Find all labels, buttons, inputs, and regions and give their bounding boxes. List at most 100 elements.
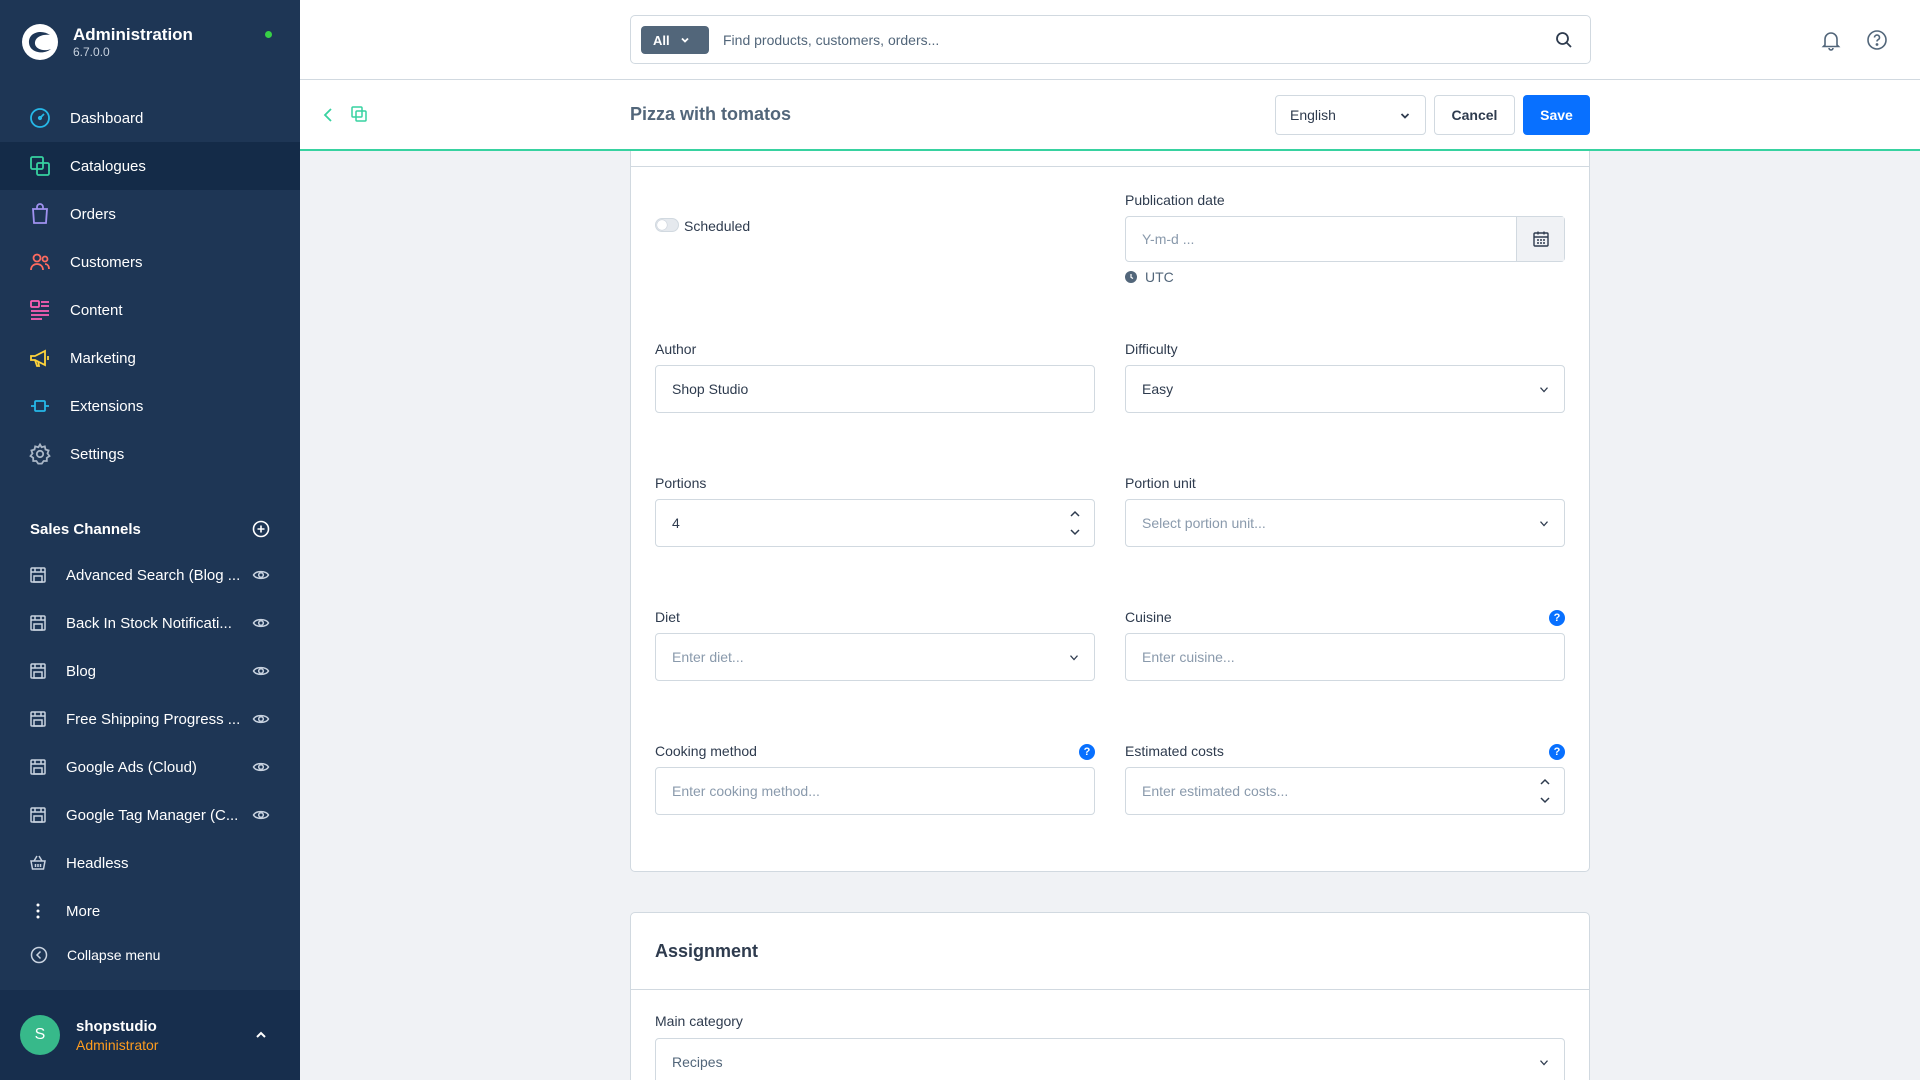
nav-item-customers[interactable]: Customers — [0, 238, 300, 286]
eye-icon[interactable] — [252, 566, 270, 584]
eye-icon[interactable] — [252, 614, 270, 632]
bell-icon[interactable] — [1820, 29, 1842, 51]
sales-channel-item[interactable]: Google Tag Manager (C... — [0, 791, 300, 839]
more-vertical-icon — [36, 903, 40, 919]
number-stepper-icon[interactable] — [1538, 775, 1552, 807]
back-arrow-icon[interactable] — [320, 106, 336, 124]
catalogues-icon — [30, 156, 50, 176]
cancel-button[interactable]: Cancel — [1434, 95, 1515, 135]
sales-channel-item[interactable]: Back In Stock Notificati... — [0, 599, 300, 647]
author-input[interactable]: Shop Studio — [655, 365, 1095, 413]
eye-icon[interactable] — [252, 806, 270, 824]
cooking-method-label: Cooking method — [655, 743, 757, 759]
user-panel[interactable]: S shopstudio Administrator — [0, 990, 300, 1080]
sales-channel-item[interactable]: Google Ads (Cloud) — [0, 743, 300, 791]
status-dot — [265, 31, 272, 38]
nav-label: Catalogues — [70, 157, 146, 175]
publication-date-field[interactable]: Y-m-d ... — [1125, 216, 1565, 262]
cuisine-label: Cuisine — [1125, 609, 1172, 625]
cooking-method-help-icon[interactable]: ? — [1079, 744, 1095, 760]
storefront-icon — [30, 615, 46, 631]
storefront-icon — [30, 567, 46, 583]
chevron-down-icon — [680, 37, 689, 43]
diet-placeholder: Enter diet... — [672, 649, 744, 665]
recipe-details-card: Scheduled Publication date Y-m-d ... UTC… — [630, 151, 1590, 872]
nav-label: Content — [70, 301, 123, 319]
extensions-icon — [31, 400, 49, 412]
duplicate-icon[interactable] — [350, 105, 368, 123]
more-label: More — [66, 902, 101, 920]
search-scope-select[interactable]: All — [641, 26, 709, 54]
brand[interactable]: Administration 6.7.0.0 — [20, 22, 193, 62]
marketing-icon — [30, 349, 49, 367]
chevron-down-icon — [1540, 387, 1548, 393]
chevron-down-icon — [1400, 113, 1410, 119]
page-title: Pizza with tomatos — [630, 104, 792, 124]
sales-channel-label: Blog — [66, 662, 97, 680]
search-input[interactable] — [723, 28, 1503, 52]
cuisine-help-icon[interactable]: ? — [1549, 610, 1565, 626]
app-version: 6.7.0.0 — [73, 45, 110, 59]
eye-icon[interactable] — [252, 662, 270, 680]
portions-input[interactable]: 4 — [655, 499, 1095, 547]
sidebar: Administration 6.7.0.0 Dashboard Catalog… — [0, 0, 300, 1080]
nav-label: Extensions — [70, 397, 144, 415]
nav-item-catalogues[interactable]: Catalogues — [0, 142, 300, 190]
sales-channel-label: Advanced Search (Blog ... — [66, 566, 241, 584]
scheduled-toggle[interactable] — [655, 218, 679, 232]
sales-channel-label: Back In Stock Notificati... — [66, 614, 232, 632]
timezone-hint: UTC — [1125, 269, 1174, 285]
main-nav: Dashboard Catalogues Orders Customers Co… — [0, 94, 300, 478]
nav-item-settings[interactable]: Settings — [0, 430, 300, 478]
storefront-icon — [30, 711, 46, 727]
orders-icon — [32, 203, 48, 224]
portion-unit-placeholder: Select portion unit... — [1142, 515, 1266, 531]
cuisine-input[interactable]: Enter cuisine... — [1125, 633, 1565, 681]
card-divider — [631, 989, 1589, 990]
assignment-card: Assignment Main category Recipes — [630, 912, 1590, 1080]
nav-item-dashboard[interactable]: Dashboard — [0, 94, 300, 142]
cooking-method-placeholder: Enter cooking method... — [672, 783, 820, 799]
sales-channel-item[interactable]: Blog — [0, 647, 300, 695]
sales-channel-label: Headless — [66, 854, 129, 872]
chevron-up-icon[interactable] — [252, 1026, 270, 1044]
publication-date-placeholder: Y-m-d ... — [1142, 231, 1195, 247]
portion-unit-select[interactable]: Select portion unit... — [1125, 499, 1565, 547]
sales-channel-list: Advanced Search (Blog ... Back In Stock … — [0, 551, 300, 935]
language-select[interactable]: English — [1275, 95, 1426, 135]
estimated-costs-input[interactable]: Enter estimated costs... — [1125, 767, 1565, 815]
difficulty-select[interactable]: Easy — [1125, 365, 1565, 413]
main-category-select[interactable]: Recipes — [655, 1038, 1565, 1080]
nav-item-content[interactable]: Content — [0, 286, 300, 334]
publication-date-label: Publication date — [1125, 192, 1225, 208]
smart-bar: Pizza with tomatos English Cancel Save — [300, 80, 1920, 151]
user-name: shopstudio — [76, 1017, 157, 1035]
number-stepper-icon[interactable] — [1068, 507, 1082, 539]
eye-icon[interactable] — [252, 758, 270, 776]
calendar-button[interactable] — [1516, 217, 1564, 261]
nav-item-orders[interactable]: Orders — [0, 190, 300, 238]
nav-item-extensions[interactable]: Extensions — [0, 382, 300, 430]
estimated-costs-help-icon[interactable]: ? — [1549, 744, 1565, 760]
diet-select[interactable]: Enter diet... — [655, 633, 1095, 681]
help-icon[interactable] — [1866, 29, 1888, 51]
nav-item-marketing[interactable]: Marketing — [0, 334, 300, 382]
search-icon[interactable] — [1555, 31, 1573, 49]
eye-icon[interactable] — [252, 710, 270, 728]
diet-label: Diet — [655, 609, 680, 625]
author-value: Shop Studio — [672, 381, 749, 397]
sales-channel-item[interactable]: Free Shipping Progress ... — [0, 695, 300, 743]
sales-channel-item[interactable]: Headless — [0, 839, 300, 887]
language-value: English — [1290, 107, 1336, 123]
save-button[interactable]: Save — [1523, 95, 1590, 135]
cooking-method-input[interactable]: Enter cooking method... — [655, 767, 1095, 815]
difficulty-value: Easy — [1142, 381, 1174, 397]
sales-channel-item[interactable]: Advanced Search (Blog ... — [0, 551, 300, 599]
sales-channel-more[interactable]: More — [0, 887, 300, 935]
collapse-menu-button[interactable]: Collapse menu — [30, 946, 160, 964]
nav-label: Orders — [70, 205, 116, 223]
add-sales-channel-icon[interactable] — [252, 520, 270, 538]
assignment-title: Assignment — [655, 941, 759, 961]
settings-icon — [29, 442, 51, 465]
difficulty-label: Difficulty — [1125, 341, 1178, 357]
